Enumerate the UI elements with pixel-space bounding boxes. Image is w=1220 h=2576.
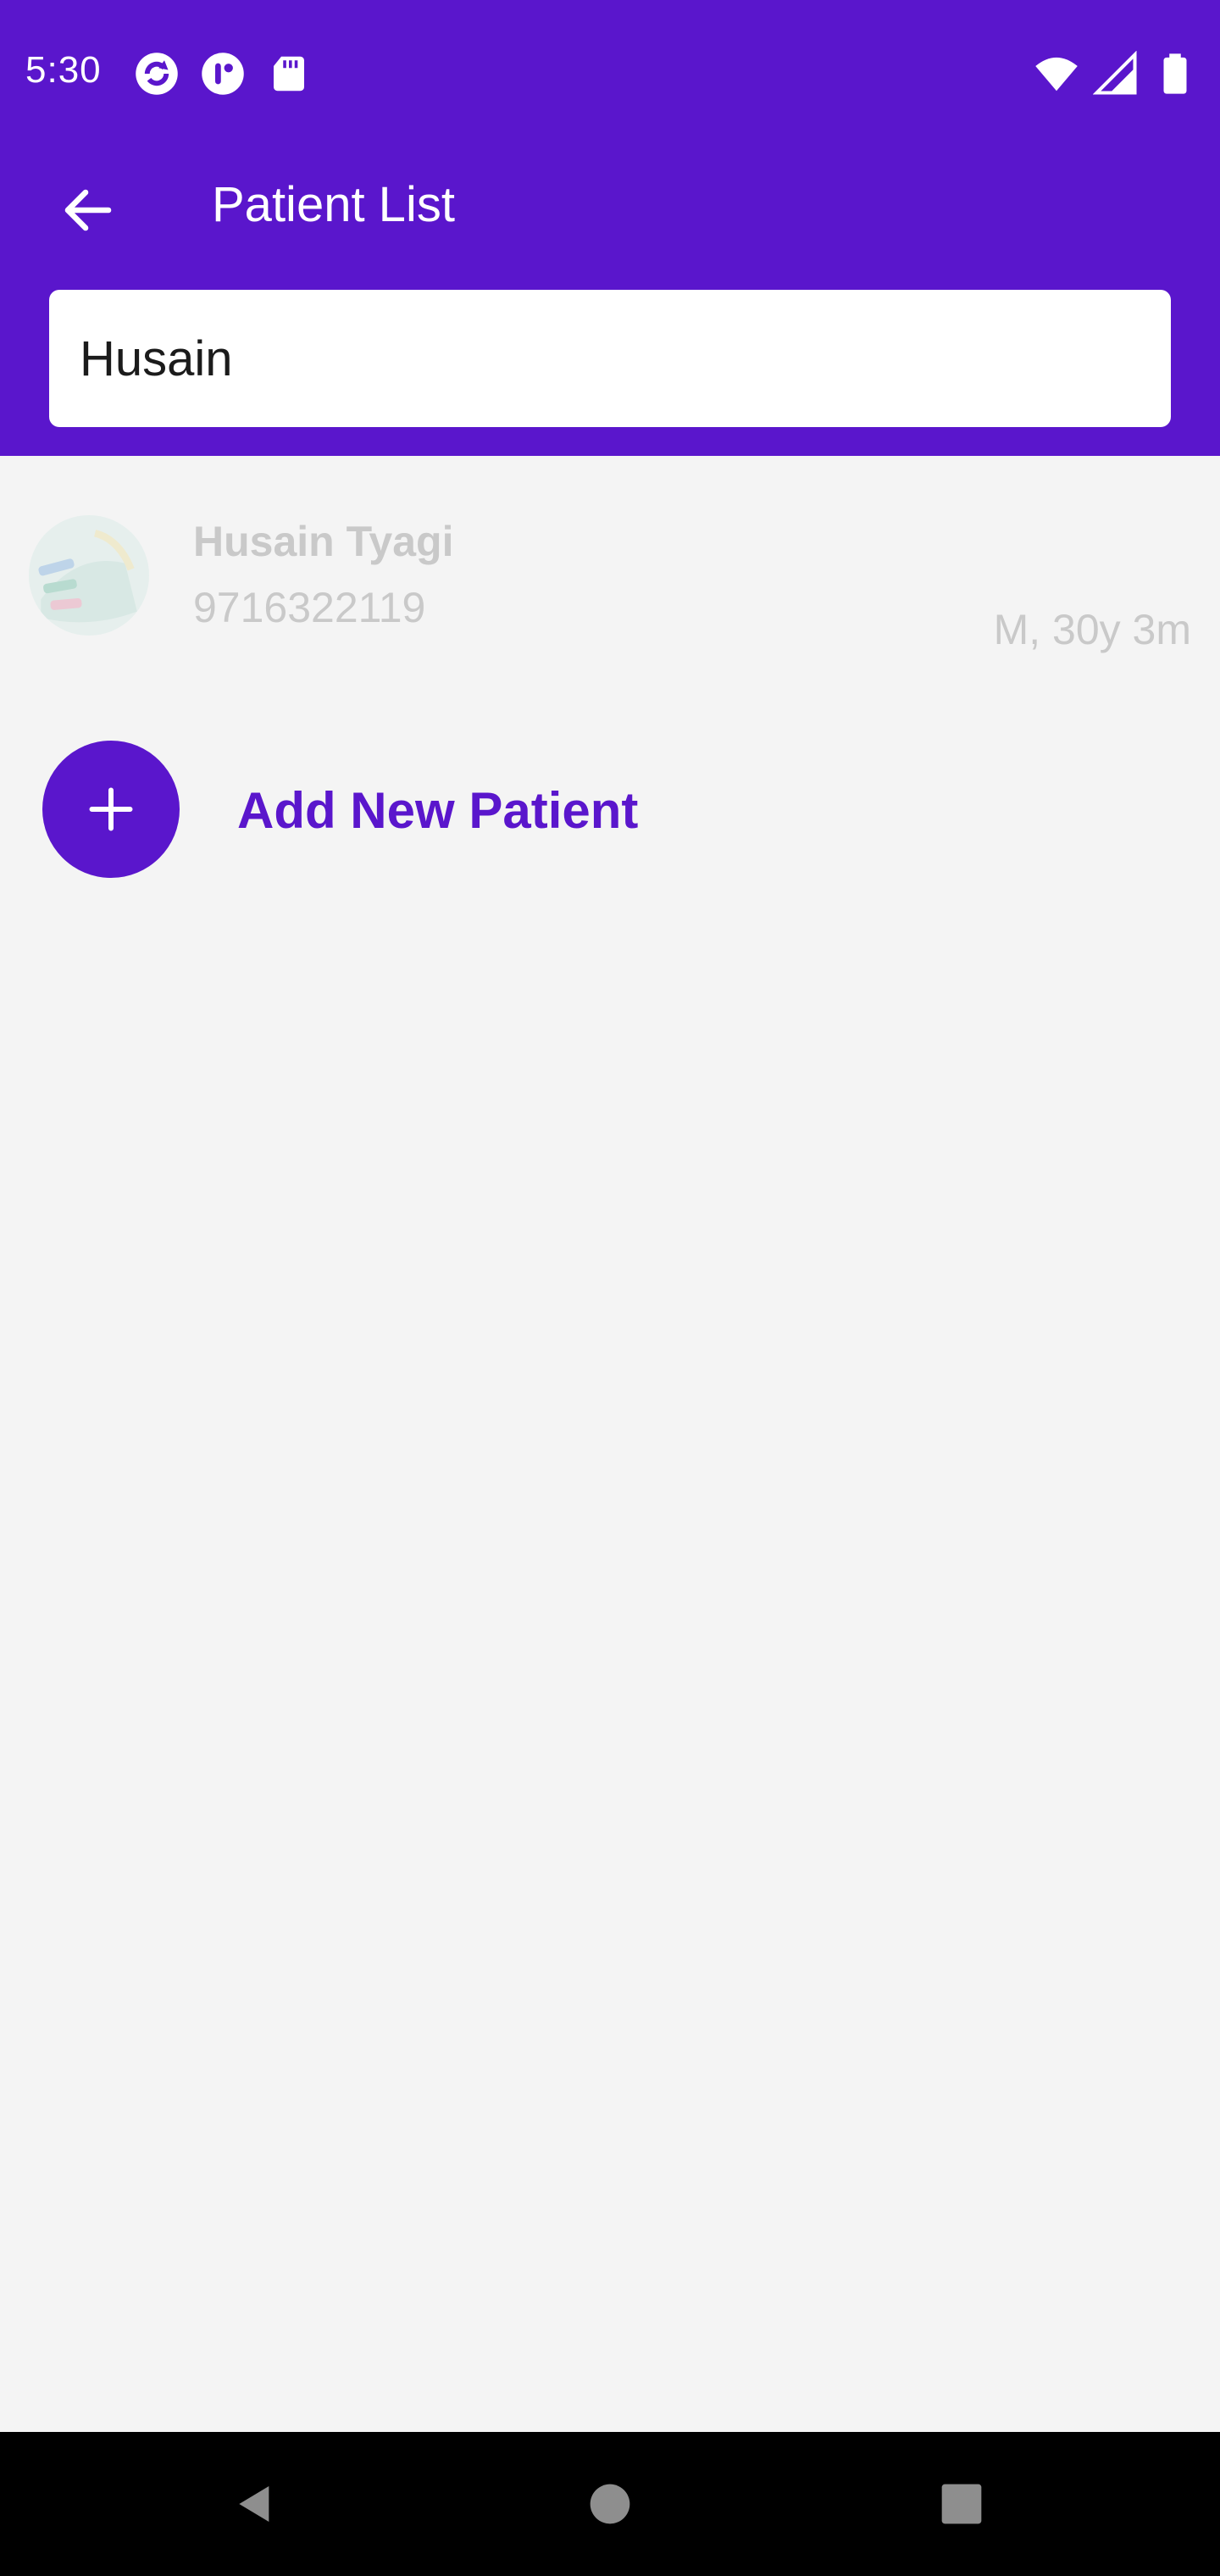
app-notification-icon — [202, 53, 244, 95]
nav-back-button[interactable] — [217, 2466, 293, 2542]
top-bar: 5:30 Patient List Husain — [0, 0, 1220, 456]
status-icons-right — [1034, 51, 1198, 97]
search-field[interactable] — [49, 290, 1171, 427]
back-button[interactable] — [46, 168, 130, 253]
patient-avatar — [29, 515, 149, 636]
recents-square-icon — [941, 2484, 982, 2524]
plus-icon — [89, 787, 133, 831]
app-bar: Patient List — [0, 144, 1220, 263]
sd-card-icon — [274, 56, 304, 92]
back-triangle-icon — [239, 2486, 269, 2522]
system-nav-bar — [0, 2432, 1220, 2576]
add-patient-circle[interactable] — [42, 741, 180, 878]
patient-list-screen: 5:30 Patient List Husain Husain Tyagi 97… — [0, 0, 1220, 2576]
search-input[interactable] — [80, 330, 1171, 387]
status-time: 5:30 — [25, 49, 102, 91]
page-title: Patient List — [212, 177, 455, 232]
patient-gender-age: M, 30y 3m — [993, 606, 1191, 653]
patient-list-item[interactable]: Husain Tyagi 9716322119 M, 30y 3m — [0, 456, 1220, 686]
battery-icon — [1163, 53, 1187, 94]
patient-name: Husain Tyagi — [193, 518, 454, 565]
patient-phone: 9716322119 — [193, 584, 426, 631]
sync-app-icon — [136, 53, 178, 95]
status-bar: 5:30 — [0, 0, 1220, 144]
nav-recents-button[interactable] — [923, 2466, 1000, 2542]
home-circle-icon — [590, 2484, 630, 2524]
nav-home-button[interactable] — [572, 2466, 648, 2542]
arrow-left-icon — [64, 189, 112, 231]
add-new-patient-button[interactable]: Add New Patient — [0, 729, 1220, 898]
add-new-patient-label[interactable]: Add New Patient — [237, 781, 638, 840]
status-icons-left — [134, 51, 312, 97]
wifi-icon — [1035, 57, 1078, 92]
cell-signal-icon — [1093, 51, 1137, 95]
avatar-image — [29, 515, 149, 636]
